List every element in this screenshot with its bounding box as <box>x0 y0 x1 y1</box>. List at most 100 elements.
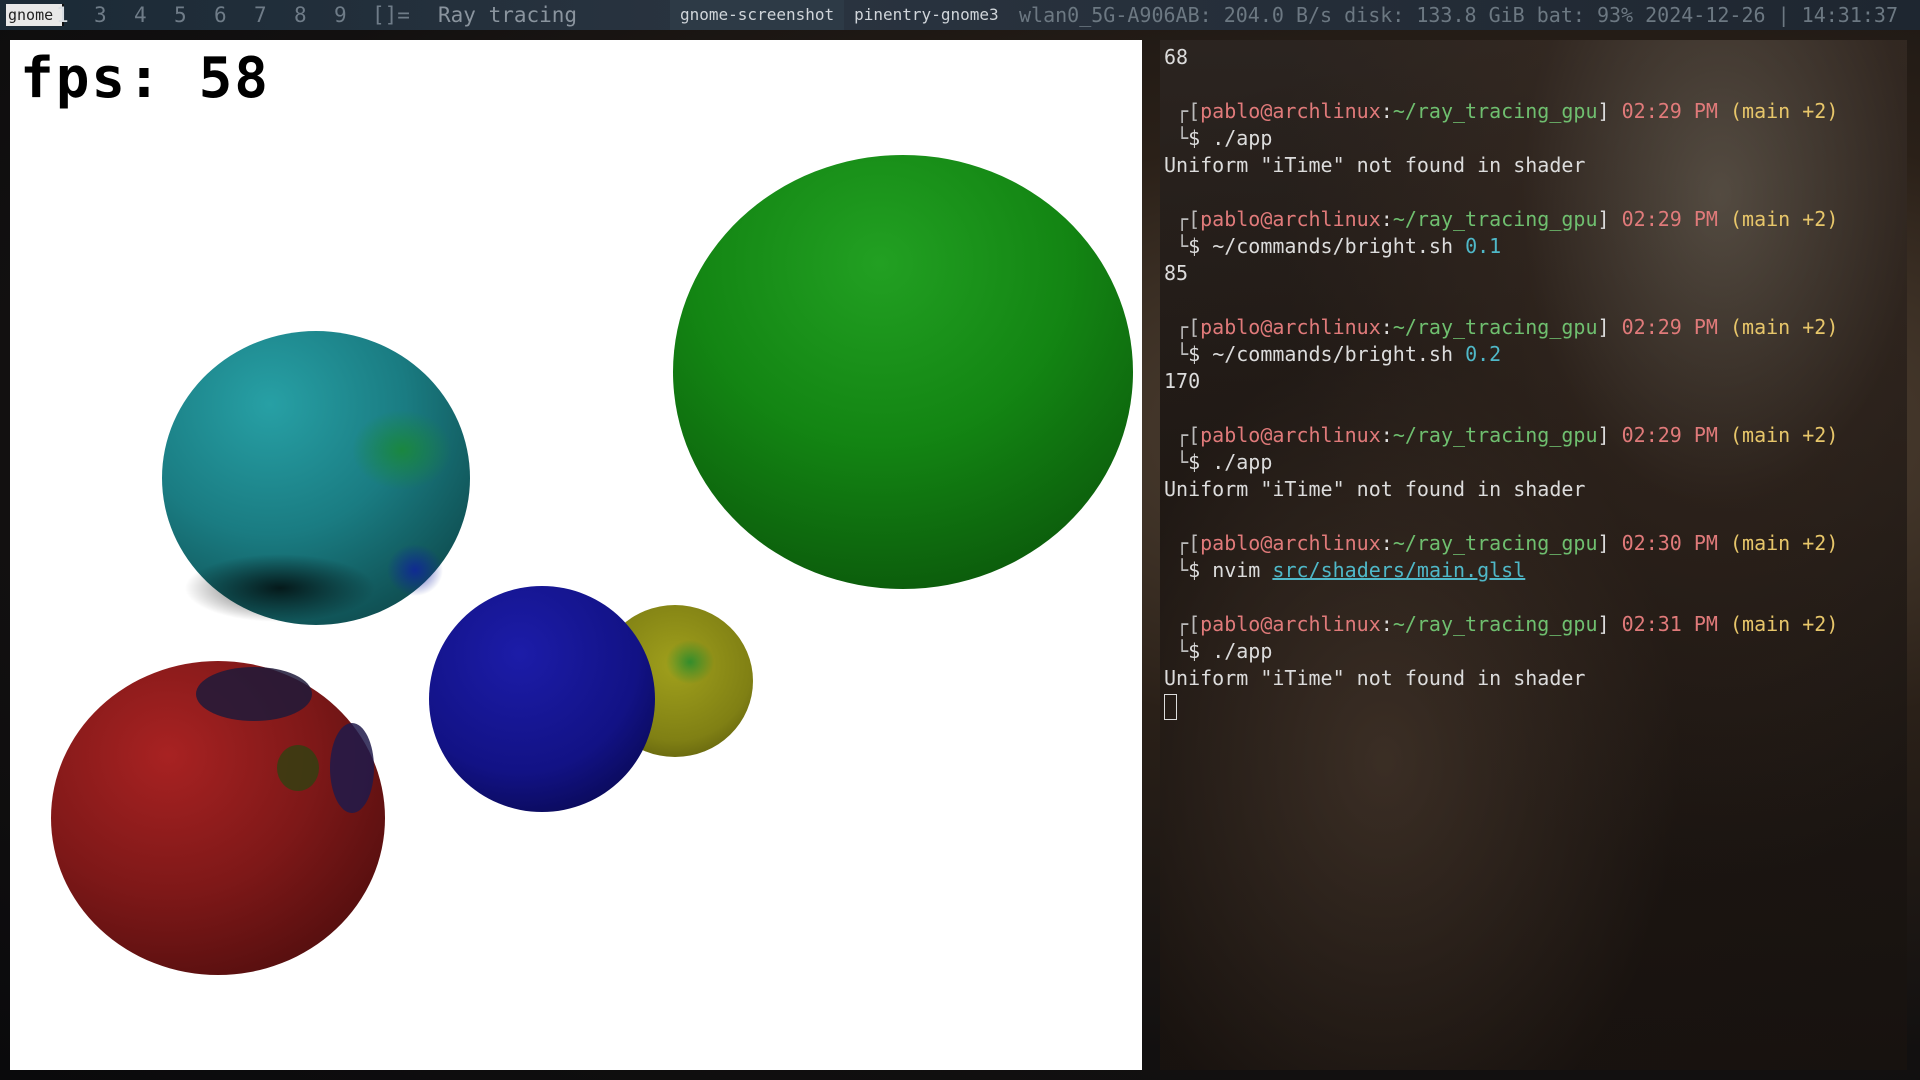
prompt-symbol: $ <box>1188 126 1213 150</box>
command-line: └$ ./app <box>1164 449 1903 476</box>
command-line: └$ nvim src/shaders/main.glsl <box>1164 557 1903 584</box>
prompt-user: pablo <box>1200 531 1261 555</box>
prompt-path: ~/ray_tracing_gpu <box>1392 99 1598 123</box>
output-line: Uniform "iTime" not found in shader <box>1164 152 1903 179</box>
prompt-frame-end: ] <box>1597 531 1622 555</box>
prompt-branch: (main +2) <box>1729 315 1839 339</box>
workspace-1[interactable]: 1 <box>56 0 69 30</box>
command-space <box>1453 342 1465 366</box>
prompt-branch: (main +2) <box>1729 207 1839 231</box>
prompt-frame: └ <box>1164 234 1189 258</box>
command-line: └$ ~/commands/bright.sh 0.2 <box>1164 341 1903 368</box>
prompt-frame: ┌[ <box>1164 531 1201 555</box>
status-text: wlan0_5G-A906AB: 204.0 B/s disk: 133.8 G… <box>1019 3 1898 27</box>
output-text: Uniform "iTime" not found in shader <box>1164 477 1586 501</box>
command-name: ./app <box>1212 126 1273 150</box>
workspace-7[interactable]: 7 <box>254 0 267 30</box>
command-name: nvim <box>1212 558 1261 582</box>
output-line: 85 <box>1164 260 1903 287</box>
prompt-line: ┌[pablo@archlinux:~/ray_tracing_gpu] 02:… <box>1164 98 1903 125</box>
command-argument: 0.2 <box>1465 342 1502 366</box>
layout-indicator[interactable]: []= <box>372 0 410 30</box>
prompt-frame: ┌[ <box>1164 612 1201 636</box>
prompt-frame-end: ] <box>1597 423 1622 447</box>
output-line: 68 <box>1164 44 1903 71</box>
prompt-time: 02:30 PM <box>1621 531 1718 555</box>
text-cursor <box>1164 693 1177 720</box>
command-name: ~/commands/bright.sh <box>1212 342 1454 366</box>
prompt-time: 02:29 PM <box>1621 315 1718 339</box>
terminal-output[interactable]: 68 ┌[pablo@archlinux:~/ray_tracing_gpu] … <box>1164 44 1903 720</box>
output-text: Uniform "iTime" not found in shader <box>1164 666 1586 690</box>
prompt-frame: └ <box>1164 639 1189 663</box>
prompt-frame-end: ] <box>1597 99 1622 123</box>
command-argument[interactable]: src/shaders/main.glsl <box>1272 558 1525 582</box>
command-line: └$ ~/commands/bright.sh 0.1 <box>1164 233 1903 260</box>
prompt-frame-end: ] <box>1597 207 1622 231</box>
focused-window-title: Ray tracing <box>438 3 578 27</box>
prompt-user: pablo <box>1200 99 1261 123</box>
output-line: Uniform "iTime" not found in shader <box>1164 476 1903 503</box>
prompt-host: @archlinux <box>1260 315 1381 339</box>
prompt-user: pablo <box>1200 612 1261 636</box>
prompt-sep: : <box>1380 612 1393 636</box>
sphere-blue <box>429 586 655 812</box>
workspace-3[interactable]: 3 <box>94 0 107 30</box>
top-bar: gnome 1 3 4 5 6 7 8 9 []= Ray tracing gn… <box>0 0 1920 30</box>
prompt-sep: : <box>1380 207 1393 231</box>
prompt-host: @archlinux <box>1260 531 1381 555</box>
command-space <box>1453 234 1465 258</box>
fps-counter: fps: 58 <box>20 46 271 111</box>
prompt-path: ~/ray_tracing_gpu <box>1392 207 1598 231</box>
task-gnome-screenshot[interactable]: gnome-screenshot <box>670 0 845 30</box>
prompt-branch: (main +2) <box>1729 423 1839 447</box>
prompt-line: ┌[pablo@archlinux:~/ray_tracing_gpu] 02:… <box>1164 530 1903 557</box>
prompt-time: 02:29 PM <box>1621 423 1718 447</box>
sphere-red <box>51 661 385 975</box>
prompt-line: ┌[pablo@archlinux:~/ray_tracing_gpu] 02:… <box>1164 314 1903 341</box>
prompt-sep: : <box>1380 531 1393 555</box>
workspace-9[interactable]: 9 <box>334 0 347 30</box>
output-line: Uniform "iTime" not found in shader <box>1164 665 1903 692</box>
prompt-sep: : <box>1380 99 1393 123</box>
sphere-teal <box>162 331 470 625</box>
prompt-line: ┌[pablo@archlinux:~/ray_tracing_gpu] 02:… <box>1164 611 1903 638</box>
workspace-5[interactable]: 5 <box>174 0 187 30</box>
terminal-window[interactable]: 68 ┌[pablo@archlinux:~/ray_tracing_gpu] … <box>1160 40 1907 1070</box>
workspace-6[interactable]: 6 <box>214 0 227 30</box>
render-canvas <box>51 155 1133 975</box>
prompt-frame: ┌[ <box>1164 207 1201 231</box>
sphere-green <box>673 155 1133 589</box>
command-line: └$ ./app <box>1164 125 1903 152</box>
prompt-sep: : <box>1380 423 1393 447</box>
prompt-frame-end: ] <box>1597 315 1622 339</box>
prompt-path: ~/ray_tracing_gpu <box>1392 612 1598 636</box>
prompt-frame: ┌[ <box>1164 315 1201 339</box>
prompt-host: @archlinux <box>1260 612 1381 636</box>
cursor-line <box>1164 692 1903 720</box>
prompt-branch: (main +2) <box>1729 612 1839 636</box>
workspace-8[interactable]: 8 <box>294 0 307 30</box>
prompt-frame: ┌[ <box>1164 99 1201 123</box>
output-text: Uniform "iTime" not found in shader <box>1164 153 1586 177</box>
prompt-time: 02:29 PM <box>1621 207 1718 231</box>
output-text: 170 <box>1164 369 1201 393</box>
workspace-4[interactable]: 4 <box>134 0 147 30</box>
prompt-path: ~/ray_tracing_gpu <box>1392 315 1598 339</box>
task-pinentry[interactable]: pinentry-gnome3 <box>844 0 1009 30</box>
prompt-time: 02:29 PM <box>1621 99 1718 123</box>
ray-tracing-window[interactable]: fps: 58 <box>10 40 1142 1070</box>
prompt-line: ┌[pablo@archlinux:~/ray_tracing_gpu] 02:… <box>1164 206 1903 233</box>
prompt-host: @archlinux <box>1260 99 1381 123</box>
prompt-path: ~/ray_tracing_gpu <box>1392 423 1598 447</box>
prompt-symbol: $ <box>1188 639 1213 663</box>
